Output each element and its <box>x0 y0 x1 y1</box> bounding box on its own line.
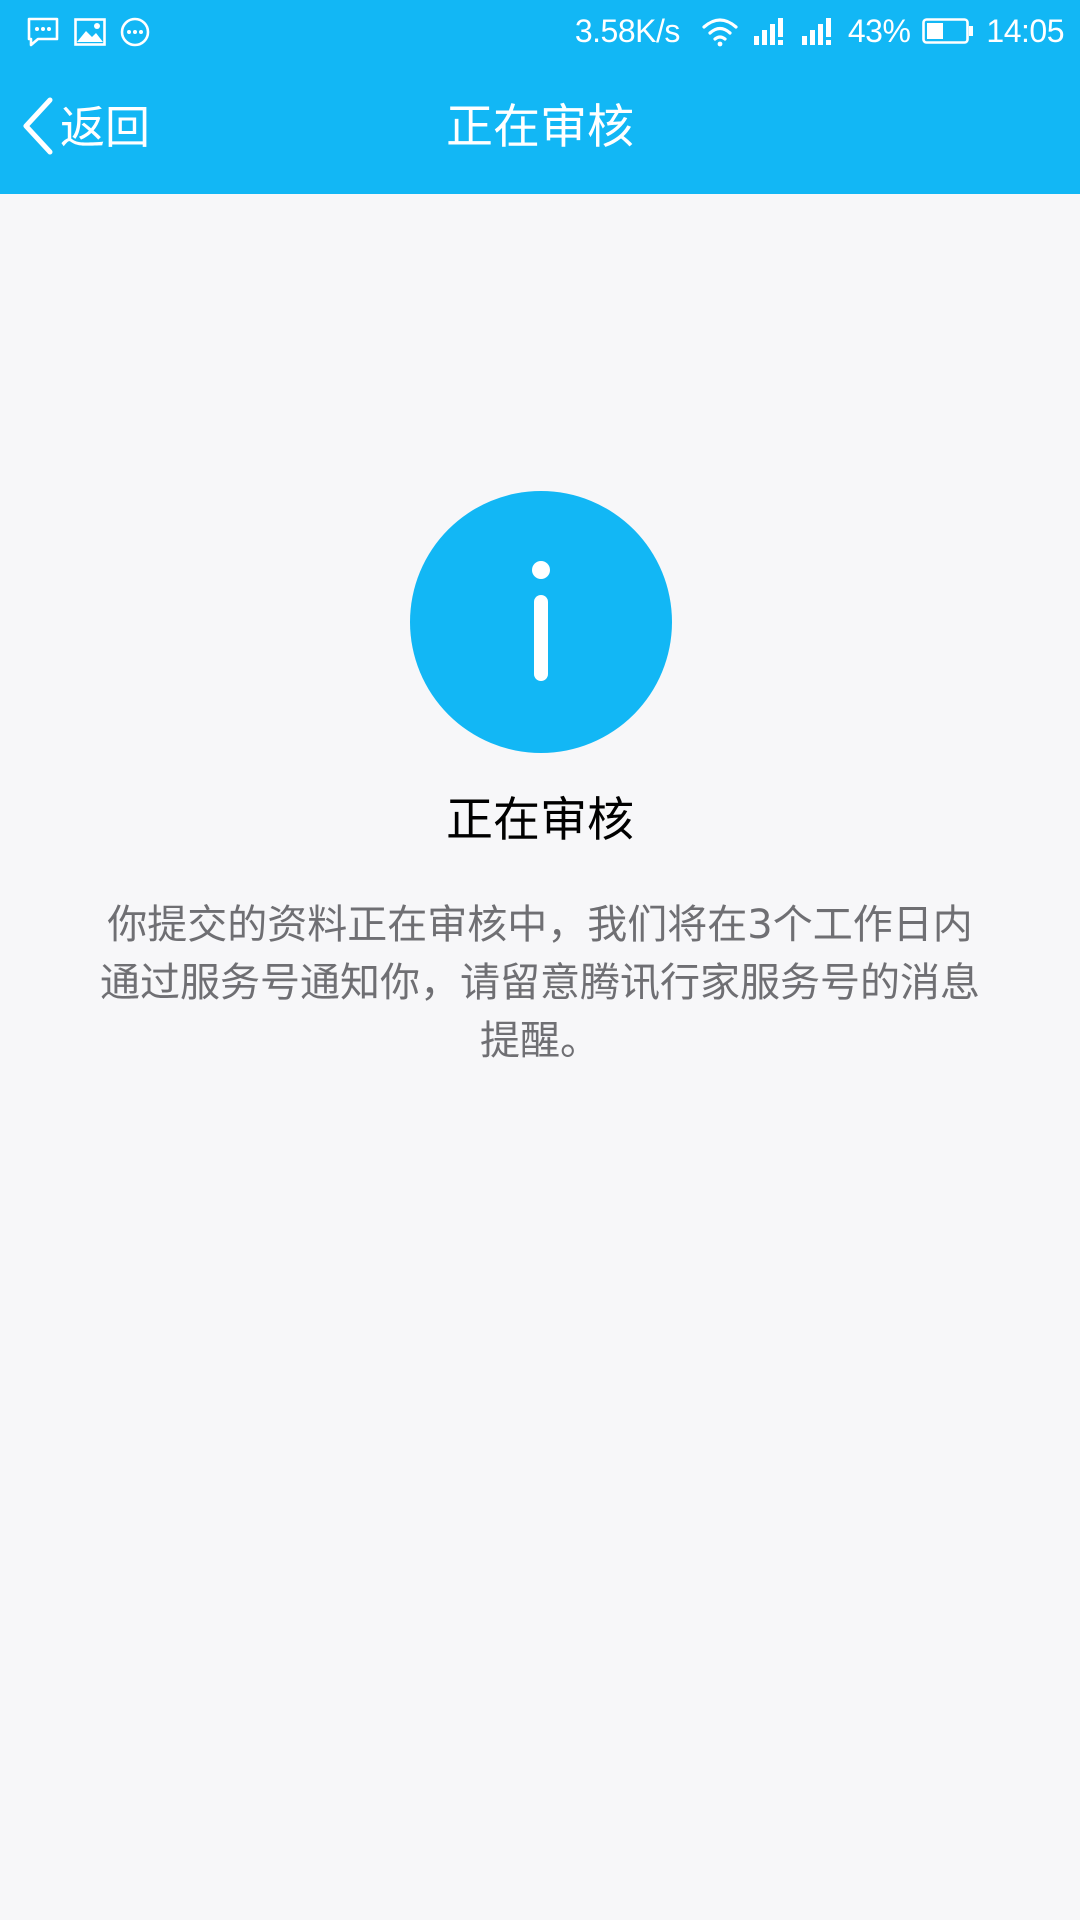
status-bar: 3.58K/s 43% 14:05 <box>0 0 1080 62</box>
screen: 3.58K/s 43% 14:05 返回 正在审核 正在审核 你提交的资料正在审… <box>0 0 1080 1920</box>
wifi-icon <box>700 15 740 47</box>
page-title: 正在审核 <box>446 100 634 155</box>
info-icon-bar <box>534 595 548 681</box>
info-icon-dot <box>532 561 550 579</box>
image-icon <box>74 18 106 46</box>
title-bar: 返回 正在审核 <box>0 62 1080 194</box>
battery-icon <box>922 17 974 45</box>
message-icon <box>26 17 60 47</box>
clock: 14:05 <box>986 13 1064 49</box>
status-title: 正在审核 <box>446 793 634 848</box>
notification-icons <box>26 14 150 50</box>
battery-percent: 43% <box>847 13 911 49</box>
network-speed: 3.58K/s <box>574 13 681 49</box>
signal-icon <box>800 16 836 46</box>
info-icon <box>410 491 672 753</box>
more-dots-icon <box>120 17 150 47</box>
signal-icon <box>752 16 788 46</box>
system-indicators: 3.58K/s 43% 14:05 <box>574 10 1065 52</box>
status-description: 你提交的资料正在审核中，我们将在3个工作日内通过服务号通知你，请留意腾讯行家服务… <box>100 902 980 1064</box>
